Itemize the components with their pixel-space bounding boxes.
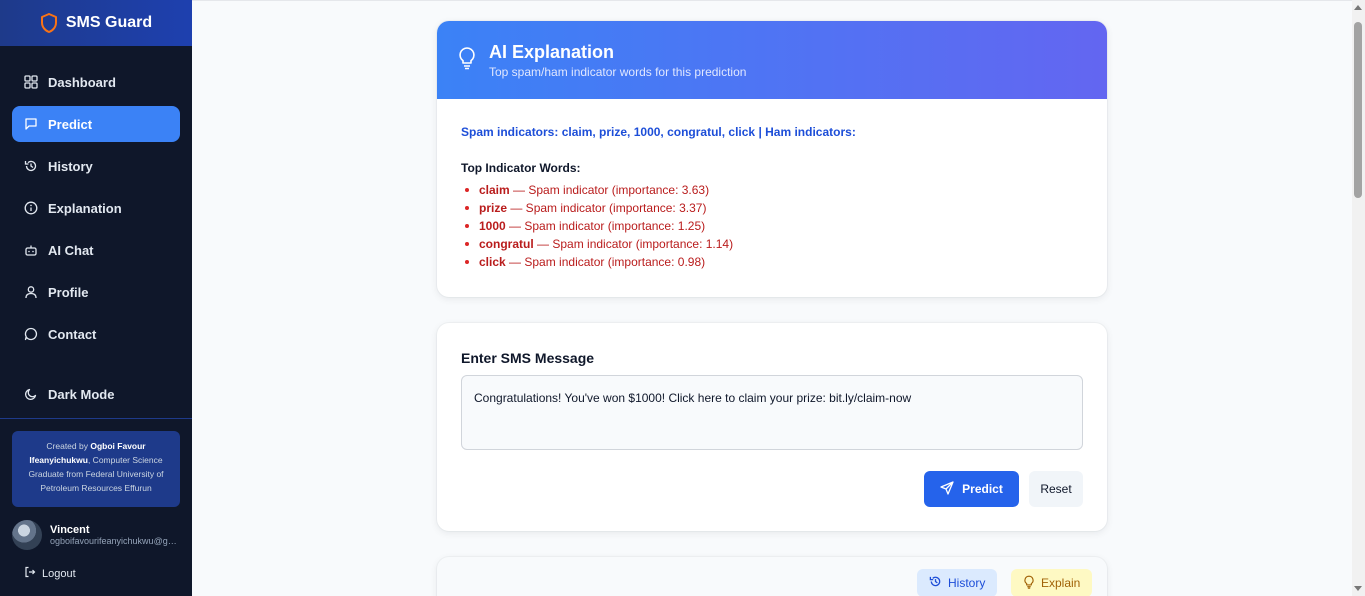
moon-icon (24, 387, 38, 401)
sidebar-item-label: Dashboard (48, 74, 116, 90)
reset-button[interactable]: Reset (1029, 471, 1083, 507)
lightbulb-icon (1023, 575, 1035, 592)
indicator-detail: — Spam indicator (importance: 1.25) (505, 219, 706, 233)
sidebar-item-predict[interactable]: Predict (12, 106, 180, 142)
message-icon (24, 117, 38, 131)
scrollbar-thumb[interactable] (1354, 22, 1362, 198)
sms-message-input[interactable] (461, 375, 1083, 450)
explain-label: Explain (1041, 576, 1081, 590)
sidebar-item-contact[interactable]: Contact (12, 316, 180, 352)
avatar (12, 520, 42, 550)
indicator-summary: Spam indicators: claim, prize, 1000, con… (461, 125, 856, 139)
predict-button[interactable]: Predict (924, 471, 1019, 507)
indicator-detail: — Spam indicator (importance: 3.37) (507, 201, 707, 215)
indicator-word: claim (479, 183, 510, 197)
credit-prefix: Created by (46, 441, 88, 451)
explanation-card: AI Explanation Top spam/ham indicator wo… (437, 21, 1107, 297)
sidebar: SMS Guard Dashboard Predict History Expl… (0, 0, 192, 596)
logout-label: Logout (42, 567, 76, 580)
indicator-word: 1000 (479, 219, 506, 233)
indicator-word: congratul (479, 237, 534, 251)
send-icon (940, 480, 954, 498)
explain-button[interactable]: Explain (1011, 569, 1093, 596)
indicator-detail: — Spam indicator (importance: 0.98) (505, 255, 706, 269)
indicator-heading: Top Indicator Words: (461, 161, 581, 175)
history-icon (929, 575, 942, 591)
indicator-list: claim — Spam indicator (importance: 3.63… (461, 181, 1083, 271)
sidebar-item-label: Predict (48, 116, 93, 132)
list-item: 1000 — Spam indicator (importance: 1.25) (461, 217, 1083, 235)
sidebar-item-label: Contact (48, 326, 97, 342)
scroll-down-arrow-icon[interactable] (1354, 586, 1362, 591)
user-name: Vincent (50, 524, 90, 536)
message-card: Enter SMS Message Predict Reset (437, 323, 1107, 531)
scroll-up-arrow-icon[interactable] (1354, 5, 1362, 10)
explanation-title: AI Explanation (489, 41, 615, 62)
dashboard-icon (24, 75, 38, 89)
user-email: ogboifavourifeanyichukwu@gmail.com (50, 536, 178, 546)
history-icon (24, 159, 38, 173)
sidebar-item-history[interactable]: History (12, 148, 180, 184)
list-item: prize — Spam indicator (importance: 3.37… (461, 199, 1083, 217)
result-card: History Explain (437, 557, 1107, 596)
sidebar-item-dashboard[interactable]: Dashboard (12, 64, 180, 100)
sidebar-item-label: History (48, 158, 93, 174)
message-actions: Predict Reset (924, 471, 1083, 507)
shield-icon (40, 13, 58, 33)
predict-label: Predict (962, 482, 1003, 496)
lightbulb-icon (457, 46, 477, 75)
indicator-word: prize (479, 201, 508, 215)
logout-icon (24, 566, 36, 581)
brand-title: SMS Guard (65, 14, 153, 31)
explanation-body: Spam indicators: claim, prize, 1000, con… (437, 99, 1107, 271)
brand[interactable]: SMS Guard (0, 0, 192, 46)
logout-button[interactable]: Logout (24, 566, 76, 581)
list-item: click — Spam indicator (importance: 0.98… (461, 253, 1083, 271)
sidebar-item-profile[interactable]: Profile (12, 274, 180, 310)
sidebar-item-label: Profile (48, 284, 89, 300)
history-button[interactable]: History (917, 569, 998, 596)
list-item: claim — Spam indicator (importance: 3.63… (461, 181, 1083, 199)
sidebar-item-explanation[interactable]: Explanation (12, 190, 180, 226)
top-border (192, 0, 1352, 1)
message-label: Enter SMS Message (461, 350, 595, 366)
sidebar-item-label: Explanation (48, 200, 122, 216)
sidebar-item-ai-chat[interactable]: AI Chat (12, 232, 180, 268)
scrollbar[interactable] (1352, 0, 1365, 596)
sidebar-item-label: AI Chat (48, 242, 94, 258)
sidebar-divider (0, 418, 192, 419)
indicator-word: click (479, 255, 506, 269)
list-item: congratul — Spam indicator (importance: … (461, 235, 1083, 253)
indicator-detail: — Spam indicator (importance: 1.14) (533, 237, 734, 251)
bot-icon (24, 243, 38, 257)
dark-mode-label: Dark Mode (48, 386, 115, 402)
dark-mode-toggle[interactable]: Dark Mode (12, 376, 180, 412)
user-profile[interactable]: Vincent ogboifavourifeanyichukwu@gmail.c… (12, 519, 182, 551)
explanation-subtitle: Top spam/ham indicator words for this pr… (489, 64, 747, 79)
history-label: History (948, 576, 986, 590)
explanation-header: AI Explanation Top spam/ham indicator wo… (437, 21, 1107, 99)
info-icon (24, 201, 38, 215)
credit-box: Created by Ogboi Favour Ifeanyichukwu, C… (12, 431, 180, 507)
chat-icon (24, 327, 38, 341)
indicator-detail: — Spam indicator (importance: 3.63) (509, 183, 710, 197)
user-icon (24, 285, 38, 299)
